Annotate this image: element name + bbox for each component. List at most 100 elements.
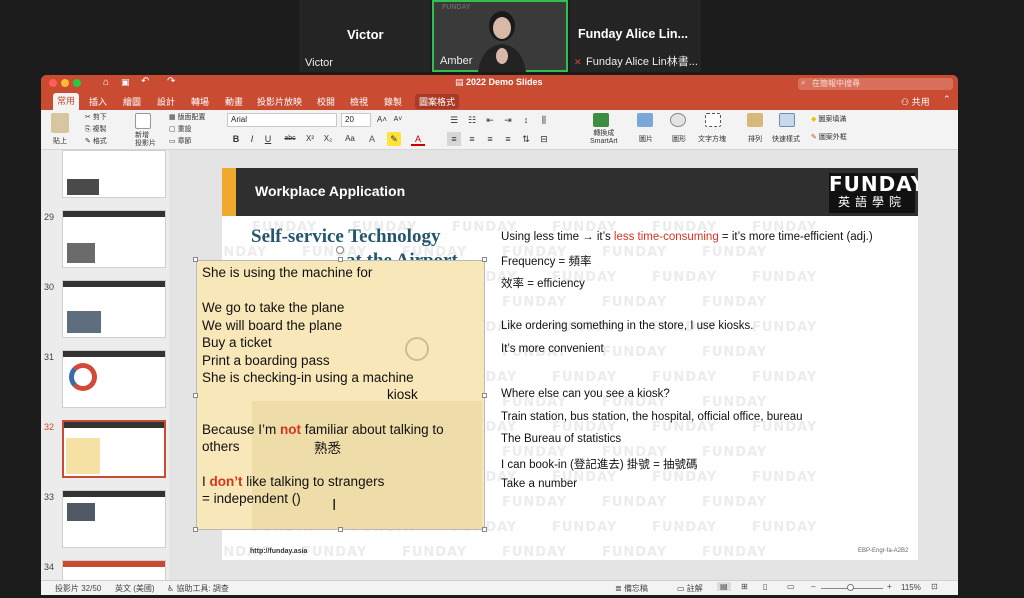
slide-thumbnails-pane[interactable]: 29 30 31 32 33 34 xyxy=(41,150,169,595)
slide-sorter-icon[interactable]: ⊞ xyxy=(741,582,748,591)
video-tile-amber[interactable]: FUNDAY Amber xyxy=(432,0,568,72)
font-name-select[interactable]: Arial xyxy=(227,113,337,127)
underline-icon[interactable]: U xyxy=(261,132,275,146)
share-button[interactable]: ⚇ 共用 xyxy=(901,95,930,108)
font-case-icon[interactable]: Aa xyxy=(343,132,357,146)
tab-home[interactable]: 常用 xyxy=(53,93,80,110)
close-window-icon[interactable] xyxy=(49,79,57,87)
align-center-icon[interactable]: ≡ xyxy=(465,132,479,146)
text-direction-icon[interactable]: ⇅ xyxy=(519,132,533,146)
line-spacing-icon[interactable]: ↕ xyxy=(519,113,533,127)
resize-handle[interactable] xyxy=(482,257,487,262)
align-text-icon[interactable]: ⊟ xyxy=(537,132,551,146)
increase-indent-icon[interactable]: ⇥ xyxy=(501,113,515,127)
align-right-icon[interactable]: ≡ xyxy=(483,132,497,146)
slide-thumbnail-current[interactable] xyxy=(62,420,166,478)
shape-fill-button[interactable]: ◆ 圖案填滿 xyxy=(811,114,846,124)
format-painter-button[interactable]: ✎ 格式 xyxy=(85,136,107,146)
textbox-icon[interactable] xyxy=(705,113,721,127)
new-slide-button[interactable]: 新增 投影片 xyxy=(135,132,156,148)
reading-view-icon[interactable]: ▯ xyxy=(763,582,767,591)
save-icon[interactable]: ▣ xyxy=(121,77,130,88)
zoom-window-icon[interactable] xyxy=(73,79,81,87)
highlight-icon[interactable]: ✎ xyxy=(387,132,401,146)
tab-transitions[interactable]: 轉場 xyxy=(187,94,213,109)
superscript-icon[interactable]: X² xyxy=(303,132,317,146)
tab-draw[interactable]: 繪圖 xyxy=(119,94,145,109)
notes-button[interactable]: ≣ 備忘稿 xyxy=(615,583,648,594)
slide-thumbnail[interactable] xyxy=(62,350,166,408)
numbering-icon[interactable]: ☷ xyxy=(465,113,479,127)
video-tile-victor[interactable]: Victor Victor xyxy=(299,0,430,72)
convert-smartart-button[interactable]: 轉換成 SmartArt xyxy=(590,130,618,146)
paste-icon[interactable] xyxy=(51,113,69,133)
tab-animations[interactable]: 動畫 xyxy=(221,94,247,109)
tab-insert[interactable]: 插入 xyxy=(85,94,111,109)
layout-button[interactable]: ▦ 版面配置 xyxy=(169,112,206,122)
redo-icon[interactable]: ↷ xyxy=(167,76,175,87)
shape-outline-button[interactable]: ✎ 圖案外框 xyxy=(811,132,847,142)
font-color-icon[interactable]: A xyxy=(411,132,425,146)
font-size-select[interactable]: 20 xyxy=(341,113,371,127)
strikethrough-icon[interactable]: abc xyxy=(283,132,297,146)
picture-button[interactable]: 圖片 xyxy=(639,134,653,144)
paste-button[interactable]: 貼上 xyxy=(53,136,67,146)
section-button[interactable]: ▭ 章節 xyxy=(169,136,192,146)
resize-handle[interactable] xyxy=(482,393,487,398)
tab-shape-format[interactable]: 圖案格式 xyxy=(415,94,460,109)
tab-review[interactable]: 校閱 xyxy=(313,94,339,109)
slide-thumbnail[interactable] xyxy=(62,150,166,198)
resize-handle[interactable] xyxy=(193,527,198,532)
cut-button[interactable]: ✂ 剪下 xyxy=(85,112,107,122)
resize-handle[interactable] xyxy=(338,257,343,262)
justify-icon[interactable]: ≡ xyxy=(501,132,515,146)
minimize-window-icon[interactable] xyxy=(61,79,69,87)
notes-textbox[interactable]: She is using the machine for We go to ta… xyxy=(196,260,485,530)
fit-slide-icon[interactable]: ⊡ xyxy=(931,582,938,591)
columns-icon[interactable]: ⫼ xyxy=(537,113,551,127)
bullets-icon[interactable]: ☰ xyxy=(447,113,461,127)
language-indicator[interactable]: 英文 (美國) xyxy=(115,583,155,594)
home-icon[interactable]: ⌂ xyxy=(103,77,109,88)
resize-handle[interactable] xyxy=(482,527,487,532)
shapes-button[interactable]: 圖形 xyxy=(672,134,686,144)
shapes-icon[interactable] xyxy=(670,113,686,127)
subscript-icon[interactable]: X₂ xyxy=(321,132,335,146)
comments-button[interactable]: ▭ 註解 xyxy=(677,583,703,594)
textbox-button[interactable]: 文字方塊 xyxy=(698,134,726,144)
undo-icon[interactable]: ↶ xyxy=(141,76,149,87)
quick-styles-button[interactable]: 快速樣式 xyxy=(772,134,800,144)
video-tile-alice[interactable]: Funday Alice Lin... ✕ Funday Alice Lin林書… xyxy=(570,0,701,72)
resize-handle[interactable] xyxy=(193,393,198,398)
zoom-out-icon[interactable]: – xyxy=(811,582,815,591)
zoom-slider-thumb[interactable] xyxy=(847,584,854,591)
search-box[interactable]: ⌕ 在簡報中搜尋 xyxy=(798,78,953,90)
increase-font-icon[interactable]: A˄ xyxy=(375,113,389,127)
slide-thumbnail[interactable] xyxy=(62,280,166,338)
zoom-level[interactable]: 115% xyxy=(901,583,921,592)
decrease-font-icon[interactable]: A˅ xyxy=(391,113,405,127)
smartart-icon[interactable] xyxy=(593,113,609,127)
rotate-handle-icon[interactable] xyxy=(336,246,344,254)
normal-view-icon[interactable]: ▤ xyxy=(717,582,731,591)
arrange-icon[interactable] xyxy=(747,113,763,127)
tab-slideshow[interactable]: 投影片放映 xyxy=(253,94,306,109)
quick-styles-icon[interactable] xyxy=(779,113,795,127)
slide-thumbnail[interactable] xyxy=(62,210,166,268)
italic-icon[interactable]: I xyxy=(245,132,259,146)
decrease-indent-icon[interactable]: ⇤ xyxy=(483,113,497,127)
slide-thumbnail[interactable] xyxy=(62,490,166,548)
align-left-icon[interactable]: ≡ xyxy=(447,132,461,146)
tab-design[interactable]: 設計 xyxy=(153,94,179,109)
arrange-button[interactable]: 排列 xyxy=(748,134,762,144)
slideshow-icon[interactable]: ▭ xyxy=(787,582,795,591)
copy-button[interactable]: ⎘ 複製 xyxy=(85,124,107,134)
tab-view[interactable]: 檢視 xyxy=(346,94,372,109)
chevron-up-icon[interactable]: ⌃ xyxy=(943,94,951,105)
picture-icon[interactable] xyxy=(637,113,653,127)
bold-icon[interactable]: B xyxy=(229,132,243,146)
reset-button[interactable]: ▢ 重設 xyxy=(169,124,192,134)
resize-handle[interactable] xyxy=(338,527,343,532)
zoom-in-icon[interactable]: + xyxy=(887,582,892,591)
accessibility-button[interactable]: ♿ 協助工具: 調查 xyxy=(167,583,229,594)
